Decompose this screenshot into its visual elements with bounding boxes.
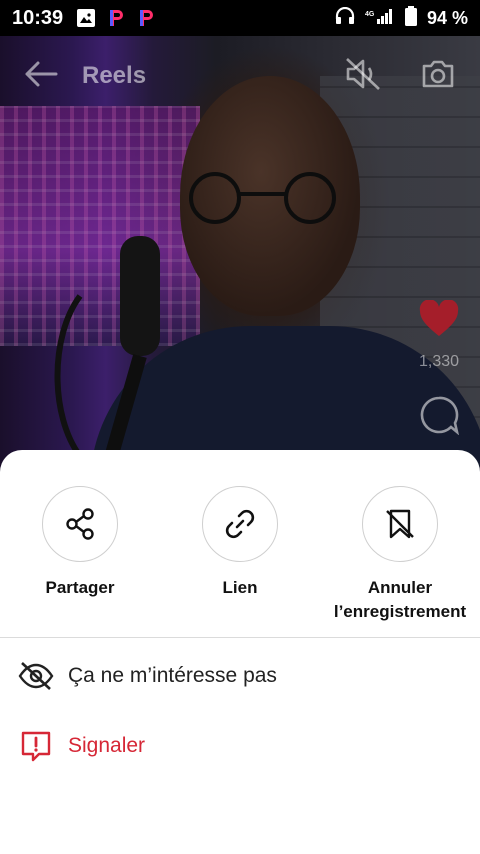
link-action[interactable]: Lien — [160, 486, 320, 600]
not-interested-label: Ça ne m’intéresse pas — [68, 664, 277, 687]
unsave-icon — [386, 509, 414, 539]
share-action[interactable]: Partager — [0, 486, 160, 600]
signal-icon: 4G — [365, 7, 395, 30]
share-label: Partager — [45, 578, 115, 597]
glasses-graphic — [189, 172, 336, 224]
status-time: 10:39 — [12, 6, 64, 29]
unsave-button[interactable] — [362, 486, 438, 562]
mute-icon[interactable] — [344, 56, 382, 97]
share-button[interactable] — [42, 486, 118, 562]
reels-top-bar: Reels — [0, 36, 480, 116]
battery-icon — [404, 5, 417, 31]
unsave-action[interactable]: Annuler l’enregistrement — [320, 486, 480, 624]
link-label: Lien — [222, 578, 258, 597]
unsave-label: Annuler l’enregistrement — [333, 578, 467, 621]
back-arrow-icon[interactable] — [24, 60, 58, 93]
svg-text:4G: 4G — [365, 11, 375, 18]
sheet-divider — [0, 637, 480, 638]
like-heart-icon[interactable] — [418, 299, 460, 343]
app-notification-icon-2 — [137, 8, 155, 28]
reel-side-actions: 1,330 — [414, 299, 464, 440]
page-title: Reels — [82, 62, 147, 89]
comment-icon[interactable] — [418, 395, 460, 440]
battery-percent: 94 % — [426, 7, 468, 28]
report-label: Signaler — [68, 734, 146, 757]
like-count: 1,330 — [418, 353, 460, 370]
report-icon — [18, 728, 54, 764]
headphones-icon — [335, 6, 355, 30]
app-notification-icon — [107, 8, 125, 28]
share-icon — [66, 508, 94, 540]
options-bottom-sheet: Partager Lien Annuler l’enregistrement Ç… — [0, 450, 480, 854]
gallery-notification-icon — [77, 9, 96, 27]
share-actions-row: Partager Lien Annuler l’enregistrement — [0, 486, 480, 636]
camera-icon[interactable] — [420, 58, 456, 95]
link-button[interactable] — [202, 486, 278, 562]
report-item[interactable]: Signaler — [18, 724, 468, 768]
eye-off-icon — [18, 658, 54, 694]
status-bar: 10:39 4G 94 % — [0, 0, 480, 36]
link-icon — [225, 509, 255, 539]
not-interested-item[interactable]: Ça ne m’intéresse pas — [18, 654, 468, 698]
